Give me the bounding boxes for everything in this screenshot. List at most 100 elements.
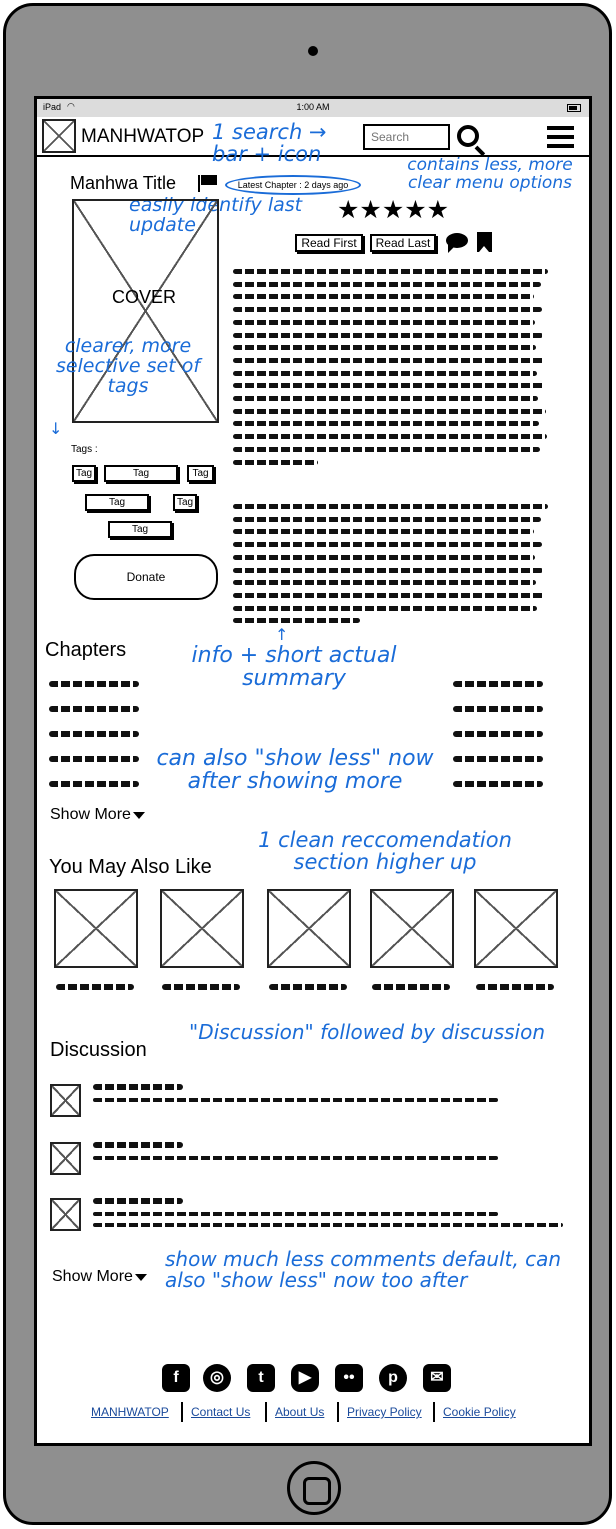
manhwa-title: Manhwa Title <box>70 173 177 193</box>
email-icon[interactable]: ✉ <box>423 1364 451 1392</box>
comment-author[interactable] <box>93 1198 183 1204</box>
chapter-link[interactable] <box>453 781 543 787</box>
twitter-icon[interactable]: t <box>247 1364 275 1392</box>
facebook-icon[interactable]: f <box>162 1364 190 1392</box>
chapter-link[interactable] <box>453 681 543 687</box>
pinterest-icon[interactable]: p <box>379 1364 407 1392</box>
chevron-down-icon <box>134 1274 147 1281</box>
summary-line <box>233 319 535 325</box>
footer-link-contact[interactable]: Contact Us <box>191 1405 250 1419</box>
avatar[interactable] <box>50 1142 81 1175</box>
comment-author[interactable] <box>93 1084 183 1090</box>
menu-icon[interactable] <box>547 126 574 150</box>
rating-stars[interactable]: ★★★★★ <box>337 195 449 225</box>
tag-chip[interactable]: Tag <box>108 521 172 538</box>
youtube-icon[interactable]: ▶ <box>291 1364 319 1392</box>
brand-name[interactable]: MANHWATOP <box>81 126 204 148</box>
footer-divider <box>337 1402 339 1422</box>
footer-link-about[interactable]: About Us <box>275 1405 324 1419</box>
summary-line <box>233 618 360 624</box>
instagram-icon[interactable]: ◎ <box>203 1364 231 1392</box>
read-last-button[interactable]: Read Last <box>370 234 436 252</box>
summary-line <box>233 554 535 560</box>
recommendation-thumbnail[interactable] <box>267 889 351 968</box>
annotation-show-less: can also "show less" now after showing m… <box>156 746 434 795</box>
chevron-down-icon <box>132 812 145 819</box>
summary-line <box>233 383 545 389</box>
recommendation-title[interactable] <box>56 984 134 990</box>
summary-line <box>233 345 536 351</box>
camera-dot <box>308 46 318 56</box>
summary-line <box>233 516 541 522</box>
chapters-show-more[interactable]: Show More <box>50 806 145 824</box>
recommendation-title[interactable] <box>372 984 450 990</box>
summary-line <box>233 357 544 363</box>
footer-divider <box>433 1402 435 1422</box>
chapter-link[interactable] <box>453 706 543 712</box>
comment-text <box>93 1098 498 1102</box>
chapter-link[interactable] <box>49 681 139 687</box>
chapter-link[interactable] <box>453 731 543 737</box>
status-bar: iPad ◠ 1:00 AM <box>37 99 589 117</box>
chapter-link[interactable] <box>49 731 139 737</box>
recommendation-thumbnail[interactable] <box>54 889 138 968</box>
logo-icon[interactable] <box>42 119 76 153</box>
annotation-summary: info + short actual summary <box>191 643 397 692</box>
tag-chip[interactable]: Tag <box>173 494 197 511</box>
annotation-tags: clearer, more selective set of tags <box>55 335 201 397</box>
home-button[interactable] <box>287 1461 341 1515</box>
summary-line <box>233 504 548 509</box>
recommendation-title[interactable] <box>476 984 554 990</box>
comments-show-more[interactable]: Show More <box>52 1268 147 1286</box>
tag-chip[interactable]: Tag <box>104 465 178 482</box>
avatar[interactable] <box>50 1084 81 1117</box>
comment-author[interactable] <box>93 1142 183 1148</box>
summary-line <box>233 307 542 313</box>
footer-link-cookie[interactable]: Cookie Policy <box>443 1405 516 1419</box>
annotation-comments: show much less comments default, can als… <box>165 1247 562 1292</box>
avatar[interactable] <box>50 1198 81 1231</box>
flag-icon[interactable] <box>198 175 217 192</box>
chapter-link[interactable] <box>49 706 139 712</box>
chapters-heading: Chapters <box>45 639 127 661</box>
annotation-menu: contains less, more clear menu options <box>407 155 573 193</box>
tag-chip[interactable]: Tag <box>72 465 96 482</box>
screen: iPad ◠ 1:00 AM MANHWATOP 1 search → bar … <box>34 96 592 1446</box>
comment-icon[interactable] <box>446 233 468 253</box>
footer-divider <box>265 1402 267 1422</box>
arrow-down-icon: ↓ <box>49 419 63 438</box>
bookmark-icon[interactable] <box>477 232 492 252</box>
footer-link-privacy[interactable]: Privacy Policy <box>347 1405 422 1419</box>
summary-line <box>233 269 548 274</box>
recommendation-thumbnail[interactable] <box>160 889 244 968</box>
footer-divider <box>181 1402 183 1422</box>
latest-chapter-badge: Latest Chapter : 2 days ago <box>225 175 361 195</box>
recommendation-title[interactable] <box>269 984 347 990</box>
annotation-recommendation: 1 clean reccomendation section higher up <box>258 828 512 875</box>
summary-line <box>233 434 547 440</box>
flickr-icon[interactable]: •• <box>335 1364 363 1392</box>
chapter-link[interactable] <box>453 756 543 762</box>
footer-link-home[interactable]: MANHWATOP <box>91 1405 169 1419</box>
recommendation-thumbnail[interactable] <box>474 889 558 968</box>
recommendation-title[interactable] <box>162 984 240 990</box>
search-icon[interactable] <box>457 125 479 147</box>
summary-line <box>233 446 540 452</box>
summary-line <box>233 408 546 414</box>
search-input[interactable] <box>363 124 450 150</box>
chapter-link[interactable] <box>49 781 139 787</box>
summary-line <box>233 294 534 300</box>
tag-chip[interactable]: Tag <box>187 465 214 482</box>
summary-line <box>233 370 537 376</box>
chapter-link[interactable] <box>49 756 139 762</box>
cover-label: COVER <box>112 287 177 307</box>
recommendation-thumbnail[interactable] <box>370 889 454 968</box>
comment-text <box>93 1223 563 1227</box>
ipad-frame: iPad ◠ 1:00 AM MANHWATOP 1 search → bar … <box>3 3 612 1525</box>
summary-line <box>233 605 537 611</box>
annotation-discussion: "Discussion" followed by discussion <box>189 1020 545 1044</box>
donate-button[interactable]: Donate <box>74 554 218 600</box>
summary-line <box>233 580 536 586</box>
read-first-button[interactable]: Read First <box>295 234 363 252</box>
tag-chip[interactable]: Tag <box>85 494 149 511</box>
